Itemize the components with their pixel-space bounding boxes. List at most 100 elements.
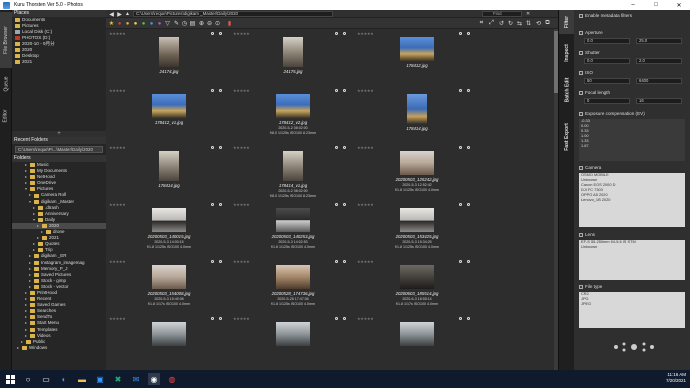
color-label-red-icon[interactable]: ● (116, 20, 123, 27)
trash-toggle-icon[interactable] (343, 31, 346, 35)
tab-filter[interactable]: Filter (559, 10, 575, 34)
rating-stars-icon[interactable]: ★★★★★ (109, 316, 126, 321)
filter-icon[interactable]: ▽ (164, 20, 171, 27)
trash-toggle-icon[interactable] (467, 259, 470, 263)
lens-list[interactable]: EF-S 55-250mm f/4-5.6 IS STM Unknown (579, 240, 685, 280)
color-label-green-icon[interactable]: ● (140, 20, 147, 27)
store-icon[interactable]: ▣ (94, 373, 106, 385)
trash-toggle-icon[interactable] (467, 202, 470, 206)
thumbnail-cell[interactable]: ★★★★★ 24174.jpg (107, 29, 231, 86)
recent-icon[interactable]: ◷ (181, 20, 188, 27)
up-icon[interactable]: ▲ (124, 11, 131, 18)
focal-row[interactable]: Focal length (579, 90, 610, 95)
thumbnail-cell[interactable]: ★★★★★ 20200503_125242.jpg 2020-5-3 12:52:4… (355, 143, 479, 200)
flip-vertical-icon[interactable]: ⇅ (525, 20, 532, 27)
trash-toggle-icon[interactable] (219, 145, 222, 149)
thumbnail-image[interactable] (159, 37, 179, 67)
edge-icon[interactable]: ◐ (58, 373, 70, 385)
trash-toggle-icon[interactable] (219, 88, 222, 92)
thumbnail-cell[interactable]: ★★★★★ 178412_v2.jpg 2020-5-2 08:02:00 f/8.0… (231, 86, 355, 143)
rating-stars-icon[interactable]: ★★★★★ (357, 259, 374, 264)
thumbnail-image[interactable] (159, 151, 179, 181)
color-label-purple-icon[interactable]: ● (156, 20, 163, 27)
expand-icon[interactable]: ▸ (32, 247, 36, 253)
thumbnail-cell[interactable]: ★★★★★ 20200503_140015.jpg 2020-5-3 14:00:1… (107, 200, 231, 257)
checkbox-box[interactable] (579, 13, 583, 18)
thumbnail-cell[interactable]: ★★★★★ (355, 314, 479, 370)
thumbnail-image[interactable] (400, 208, 434, 232)
color-label-orange-icon[interactable]: ● (124, 20, 131, 27)
filter-list-item[interactable]: Lenovo_1B 2020 (581, 197, 685, 203)
tab-batch-edit[interactable]: Batch Edit (559, 70, 575, 110)
thumbnail-cell[interactable]: ★★★★★ 24175.jpg (231, 29, 355, 86)
rating-stars-icon[interactable]: ★★★★★ (109, 88, 126, 93)
trash-toggle-icon[interactable] (219, 259, 222, 263)
folder-tree-item[interactable]: ▸ Windows (12, 345, 106, 351)
lens-row[interactable]: Lens (579, 232, 595, 237)
zoom-out-icon[interactable]: ⊖ (206, 20, 213, 27)
expand-icon[interactable]: ▸ (24, 333, 28, 339)
thumbnail-image[interactable] (283, 37, 303, 67)
tab-inspect[interactable]: Inspect (559, 38, 575, 68)
rating-stars-icon[interactable]: ★★★★★ (109, 202, 126, 207)
iso-to-input[interactable]: 6400 (636, 78, 682, 84)
thumbnail-image[interactable] (400, 151, 434, 175)
rating-stars-icon[interactable]: ★★★★★ (233, 88, 250, 93)
thumbnail-image[interactable] (400, 322, 434, 346)
back-icon[interactable]: ◀ (108, 11, 115, 18)
checkbox-box[interactable] (579, 111, 583, 116)
rating-stars-icon[interactable]: ★★★★★ (233, 31, 250, 36)
trash-toggle-icon[interactable] (343, 202, 346, 206)
rating-stars-icon[interactable]: ★★★★★ (357, 202, 374, 207)
rating-stars-icon[interactable]: ★★★★★ (357, 88, 374, 93)
trash-toggle-icon[interactable] (467, 316, 470, 320)
red-label-icon[interactable]: ▮ (226, 20, 233, 27)
expand-icon[interactable]: ▸ (16, 345, 20, 351)
thumbnail-image[interactable] (400, 37, 434, 61)
thumbnail-cell[interactable]: ★★★★★ 178414_v1.jpg 2020-5-2 08:02:00 f/8.0… (231, 143, 355, 200)
excel-icon[interactable]: ✖ (112, 373, 124, 385)
aperture-to-input[interactable]: 25.0 (636, 38, 682, 44)
thumbnail-cell[interactable]: ★★★★★ 178412_v1.jpg (107, 86, 231, 143)
tab-editor[interactable]: Editor (0, 102, 12, 130)
filter-list-item[interactable]: JPEG (581, 301, 685, 307)
trash-toggle-icon[interactable] (467, 88, 470, 92)
focal-from-input[interactable]: 0 (584, 98, 630, 104)
find-input[interactable]: Find (482, 11, 522, 17)
star-filter-icon[interactable]: ★ (108, 20, 115, 27)
thumbnail-image[interactable] (407, 94, 427, 124)
tab-queue[interactable]: Queue (0, 70, 12, 98)
filetype-row[interactable]: File type (579, 284, 602, 289)
clear-find-icon[interactable]: ✕ (526, 11, 530, 17)
tab-file-browser[interactable]: File Browser (0, 12, 12, 68)
filter-list-item[interactable]: Unknown (581, 244, 685, 250)
reset-icon[interactable]: ⟲ (535, 20, 542, 27)
rating-stars-icon[interactable]: ★★★★★ (233, 145, 250, 150)
edited-icon[interactable]: ✎ (173, 20, 180, 27)
thumbnail-image[interactable] (283, 151, 303, 181)
enable-filters-checkbox[interactable]: Enable metadata filters (579, 13, 632, 18)
trash-icon[interactable]: ▤ (189, 20, 196, 27)
task-view-icon[interactable]: ▭ (40, 373, 52, 385)
trash-toggle-icon[interactable] (343, 316, 346, 320)
rating-stars-icon[interactable]: ★★★★★ (357, 316, 374, 321)
rating-stars-icon[interactable]: ★★★★★ (233, 202, 250, 207)
thumbnail-cell[interactable]: ★★★★★ 20200503_154008.jpg 2020-5-3 15:40:0… (107, 257, 231, 314)
zoom-fit-icon[interactable]: ⊙ (214, 20, 221, 27)
rotate-left-icon[interactable]: ↺ (498, 20, 505, 27)
checkbox-box[interactable] (579, 284, 583, 289)
iso-row[interactable]: ISO (579, 70, 593, 75)
copy-profile-icon[interactable]: ⧉ (544, 20, 551, 27)
mail-icon[interactable]: ✉ (130, 373, 142, 385)
thumbnail-cell[interactable]: ★★★★★ 178412.jpg (355, 29, 479, 86)
aperture-from-input[interactable]: 0.0 (584, 38, 630, 44)
checkbox-box[interactable] (579, 30, 583, 35)
trash-toggle-icon[interactable] (467, 31, 470, 35)
chrome-icon[interactable]: ◍ (166, 373, 178, 385)
rating-stars-icon[interactable]: ★★★★★ (109, 31, 126, 36)
resize-icon[interactable]: ⤢ (488, 20, 495, 27)
rating-stars-icon[interactable]: ★★★★★ (233, 316, 250, 321)
close-icon[interactable]: ✕ (668, 0, 690, 10)
zoom-in-icon[interactable]: ⊕ (198, 20, 205, 27)
search-icon[interactable]: ○ (22, 373, 34, 385)
